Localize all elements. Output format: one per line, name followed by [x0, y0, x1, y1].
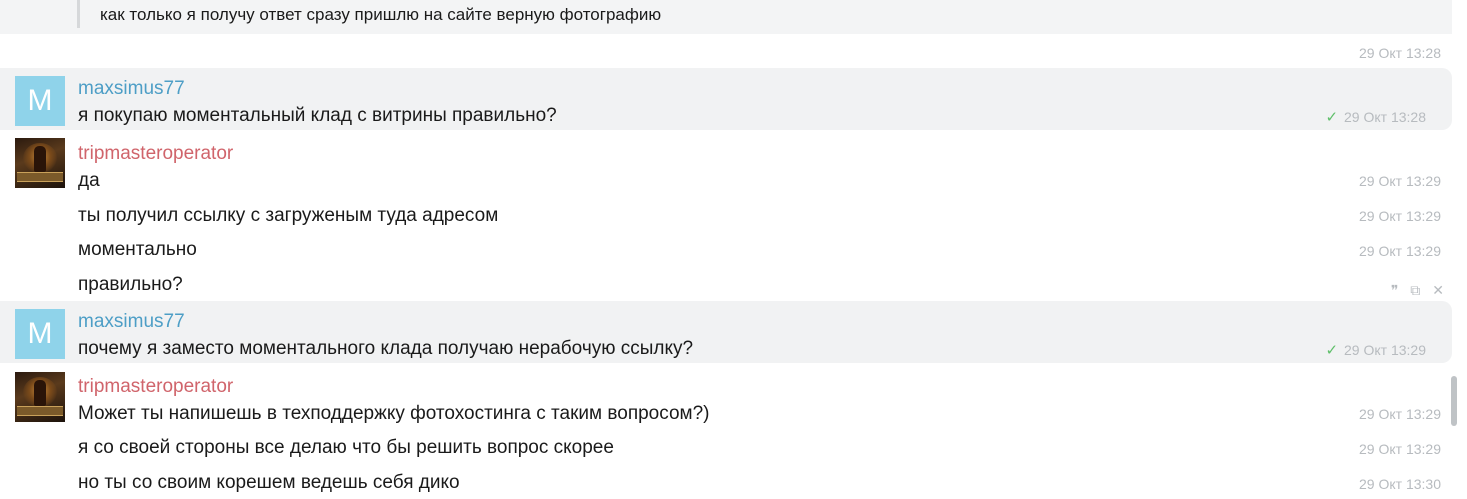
message-text: почему я заместо моментального клада пол… — [78, 338, 694, 359]
message-group: M maxsimus77 я покупаю моментальный клад… — [0, 68, 1452, 130]
close-icon[interactable]: ✕ — [1432, 282, 1444, 298]
message-text: я покупаю моментальный клад с витрины пр… — [78, 105, 557, 126]
message-text: моментально — [78, 239, 197, 260]
timestamp: 29 Окт 13:29 — [1359, 406, 1441, 422]
timestamp: 29 Окт 13:30 — [1359, 476, 1441, 492]
message-actions: ❞ ⧉ ✕ — [1379, 282, 1444, 299]
avatar[interactable]: M — [15, 76, 65, 126]
author-name[interactable]: maxsimus77 — [78, 78, 185, 100]
message-text: ты получил ссылку с загруженым туда адре… — [78, 205, 499, 226]
author-name[interactable]: maxsimus77 — [78, 311, 185, 333]
quoted-message: как только я получу ответ сразу пришлю н… — [0, 0, 1452, 34]
read-check-icon: ✓ — [1325, 342, 1339, 359]
quote-text: как только я получу ответ сразу пришлю н… — [100, 5, 662, 24]
author-name[interactable]: tripmasteroperator — [78, 376, 233, 398]
timestamp: ✓ 29 Окт 13:28 — [1325, 109, 1426, 126]
timestamp: ✓ 29 Окт 13:29 — [1325, 342, 1426, 359]
message-text: да — [78, 170, 100, 191]
message-group: M maxsimus77 почему я заместо моментальн… — [0, 301, 1452, 363]
timestamp: 29 Окт 13:29 — [1359, 208, 1441, 224]
avatar[interactable] — [15, 138, 65, 188]
chat-history: как только я получу ответ сразу пришлю н… — [0, 0, 1467, 499]
message-text: Может ты напишешь в техподдержку фотохос… — [78, 403, 710, 424]
message-text: правильно? — [78, 274, 183, 295]
quote-bar — [77, 0, 80, 28]
timestamp: 29 Окт 13:28 — [1359, 45, 1441, 61]
timestamp: 29 Окт 13:29 — [1359, 243, 1441, 259]
scrollbar-thumb[interactable] — [1451, 376, 1457, 426]
author-name[interactable]: tripmasteroperator — [78, 143, 233, 165]
message-text: я со своей стороны все делаю что бы реши… — [78, 437, 614, 458]
message-text: но ты со своим корешем ведешь себя дико — [78, 472, 460, 493]
quote-icon[interactable]: ❞ — [1391, 282, 1399, 298]
copy-icon[interactable]: ⧉ — [1410, 282, 1420, 298]
avatar[interactable] — [15, 372, 65, 422]
avatar[interactable]: M — [15, 309, 65, 359]
read-check-icon: ✓ — [1325, 109, 1339, 126]
timestamp: 29 Окт 13:29 — [1359, 441, 1441, 457]
timestamp: 29 Окт 13:29 — [1359, 173, 1441, 189]
